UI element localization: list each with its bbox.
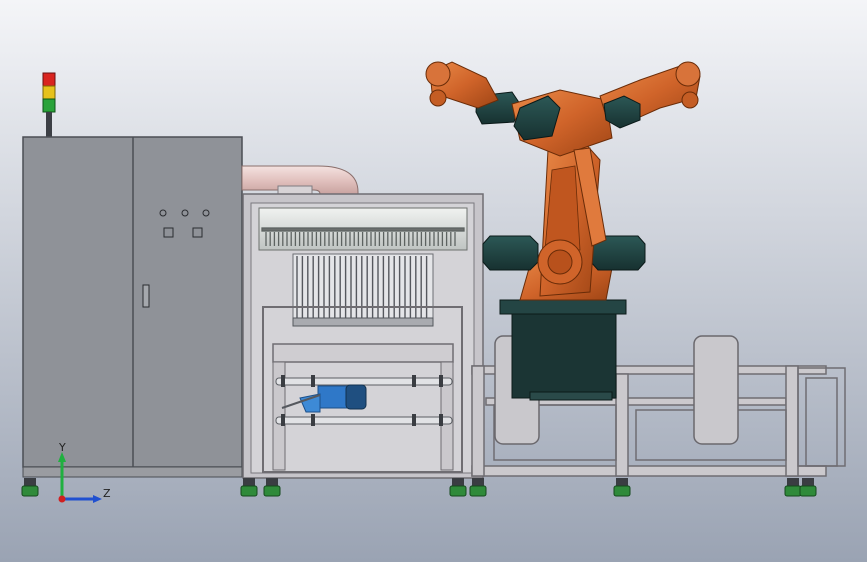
foot-pad: [263, 485, 281, 497]
beacon-green: [42, 98, 56, 113]
foot-stem: [24, 478, 36, 486]
robot-wrist-left-flange: [429, 89, 447, 107]
foot-pad: [240, 485, 258, 497]
roller-lower: [275, 416, 453, 425]
foot-pad: [613, 485, 631, 497]
robot-wrist-right: [675, 61, 701, 87]
foot-stem: [787, 478, 799, 486]
beacon-yellow: [42, 85, 56, 100]
cell-post-2: [615, 373, 629, 477]
triad-y-label: Y: [59, 441, 66, 454]
foot-pad: [469, 485, 487, 497]
roller-bearing: [412, 414, 416, 426]
conveyor-table: [272, 343, 454, 363]
foot-stem: [266, 478, 278, 486]
motor-body: [317, 385, 349, 409]
hood-lip: [261, 227, 465, 232]
robot-pedestal-foot: [529, 391, 613, 401]
roller-bearing: [439, 414, 443, 426]
cleaning-machine: [242, 193, 484, 479]
foot-stem: [802, 478, 814, 486]
nozzle-bank: [292, 253, 434, 325]
cell-bottom-rail: [471, 465, 827, 477]
exhaust-pipe: [241, 165, 359, 195]
roller-upper: [275, 377, 453, 386]
roller-bearing: [412, 375, 416, 387]
foot-stem: [243, 478, 255, 486]
robot-j2-motor-left: [482, 235, 539, 271]
roller-bearing: [311, 414, 315, 426]
robot-j2-hub-inner: [547, 249, 573, 275]
robot-pedestal-flange: [499, 299, 627, 315]
guard-panel-right: [693, 335, 739, 445]
robot-wrist-left: [425, 61, 451, 87]
motor-fan-cover: [345, 384, 367, 410]
beacon-red: [42, 72, 56, 87]
beacon-pole: [46, 112, 52, 137]
foot-pad: [784, 485, 802, 497]
triad-z-label: Z: [103, 487, 111, 500]
foot-stem: [452, 478, 464, 486]
foot-pad: [799, 485, 817, 497]
roller-bearing: [281, 414, 285, 426]
foot-stem: [616, 478, 628, 486]
roller-bearing: [281, 375, 285, 387]
cabinet-plinth: [22, 466, 243, 478]
cell-post-1: [471, 365, 485, 477]
nozzle-manifold: [292, 317, 434, 327]
foot-stem: [472, 478, 484, 486]
electrical-cabinet: [22, 136, 243, 478]
foot-pad: [449, 485, 467, 497]
robot-pedestal: [511, 305, 617, 399]
cell-post-3: [785, 365, 799, 477]
cad-viewport: [0, 0, 867, 562]
roller-bearing: [439, 375, 443, 387]
door-handle: [142, 284, 150, 308]
robot-wrist-right-flange: [681, 91, 699, 109]
foot-pad: [21, 485, 39, 497]
pipe-flange: [277, 185, 313, 195]
triad-origin: [58, 495, 66, 503]
roller-bearing: [311, 375, 315, 387]
